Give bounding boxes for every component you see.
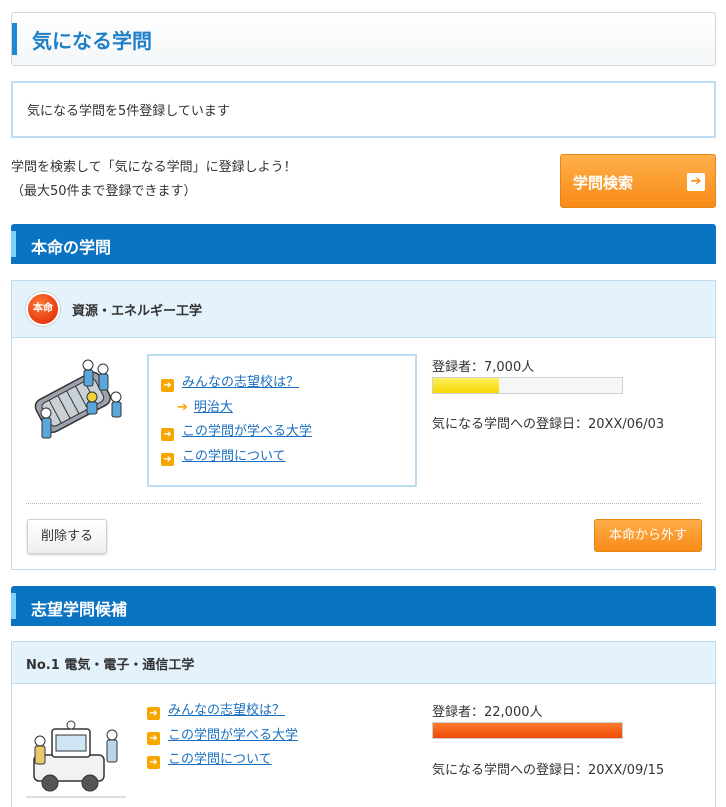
candidate-subject-card: No.1 電気・電子・通信工学 ➔ みんなの志望校は？ ➔ この学問が学べる大学 ➔… <box>11 641 716 807</box>
invite-text: 学問を検索して「気になる学問」に登録しよう！ <box>11 160 297 175</box>
registered-count-box: 気になる学問を5件登録しています <box>11 81 716 138</box>
registrants-gauge <box>432 377 623 394</box>
arrow-right-icon: ➔ <box>147 756 160 769</box>
registered-date: 気になる学問への登録日：20XX/06/03 <box>432 417 665 432</box>
candidate-section-heading: 志望学問候補 <box>11 586 716 626</box>
link-universities[interactable]: ➔ この学問が学べる大学 <box>147 724 298 745</box>
link-school-label: 明治大 <box>193 400 233 415</box>
link-about[interactable]: ➔ この学問について <box>161 445 286 466</box>
heading-accent-bar <box>11 231 16 257</box>
arrow-right-icon: ➔ <box>161 453 174 466</box>
subject-links-box: ➔ みんなの志望校は？ ➔ 明治大 ➔ この学問が学べる大学 ➔ この学問について <box>147 354 417 487</box>
link-about-label: この学問について <box>168 752 272 767</box>
registered-date: 気になる学問への登録日：20XX/09/15 <box>432 763 665 778</box>
link-about-label: この学問について <box>182 449 286 464</box>
subject-search-button[interactable]: 学問検索 ➔ <box>560 154 716 208</box>
link-shiboukou-label: みんなの志望校は？ <box>168 703 286 718</box>
registrants-count: 登録者：22,000人 <box>432 705 543 720</box>
registrants-count: 登録者：7,000人 <box>432 360 535 375</box>
subject-name: 資源・エネルギー工学 <box>72 304 203 319</box>
unset-honmei-button[interactable]: 本命から外す <box>594 519 702 552</box>
honmei-badge: 本命 <box>26 292 60 326</box>
page-title: 気になる学問 <box>32 29 152 53</box>
arrow-right-icon: ➔ <box>161 379 174 392</box>
title-accent-bar <box>12 23 17 55</box>
arrow-right-icon: ➔ <box>161 428 174 441</box>
link-universities-label: この学問が学べる大学 <box>182 424 313 439</box>
delete-button[interactable]: 削除する <box>27 519 107 554</box>
candidate-heading-text: 志望学問候補 <box>31 600 128 619</box>
honmei-heading-text: 本命の学問 <box>31 238 112 257</box>
divider <box>26 503 701 504</box>
arrow-right-icon: ➔ <box>687 173 705 191</box>
subject-illustration-electric <box>26 720 126 798</box>
link-school-meiji[interactable]: ➔ 明治大 <box>177 396 233 415</box>
subject-search-label: 学問検索 <box>573 174 634 192</box>
registrants-gauge <box>432 722 623 739</box>
link-universities[interactable]: ➔ この学問が学べる大学 <box>161 420 312 441</box>
card-header: No.1 電気・電子・通信工学 <box>12 642 715 684</box>
page-title-box: 気になる学問 <box>11 12 716 66</box>
link-shiboukou-label: みんなの志望校は？ <box>182 375 300 390</box>
arrow-right-icon: ➔ <box>147 732 160 745</box>
card-header: 本命 資源・エネルギー工学 <box>12 281 715 338</box>
invite-limit-note: （最大50件まで登録できます） <box>11 184 197 199</box>
arrow-right-icon: ➔ <box>177 400 188 415</box>
registered-count-text: 気になる学問を5件登録しています <box>27 104 230 119</box>
arrow-right-icon: ➔ <box>147 707 160 720</box>
heading-accent-bar <box>11 593 16 619</box>
link-about[interactable]: ➔ この学問について <box>147 748 272 769</box>
link-shiboukou[interactable]: ➔ みんなの志望校は？ <box>161 371 299 392</box>
link-universities-label: この学問が学べる大学 <box>168 728 299 743</box>
registrants-gauge-fill <box>433 378 499 393</box>
honmei-section-heading: 本命の学問 <box>11 224 716 264</box>
link-shiboukou[interactable]: ➔ みんなの志望校は？ <box>147 699 285 720</box>
subject-illustration-energy <box>34 359 122 439</box>
registrants-gauge-fill <box>433 723 622 738</box>
honmei-subject-card: 本命 資源・エネルギー工学 ➔ みんなの志望校は？ ➔ 明治大 ➔ この学問が学べる大… <box>11 280 716 570</box>
subject-name: No.1 電気・電子・通信工学 <box>26 658 195 673</box>
